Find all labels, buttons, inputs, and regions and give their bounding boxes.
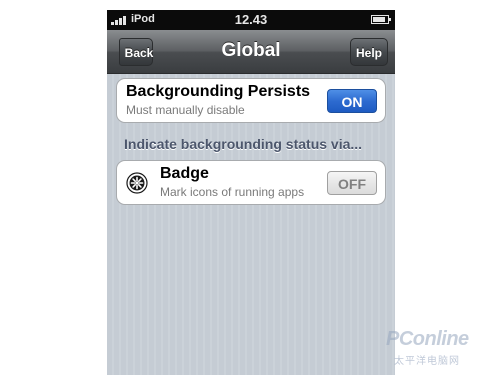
status-time: 12.43 <box>234 12 268 27</box>
badge-cell: Badge Mark icons of running apps OFF <box>116 160 386 205</box>
backgrounding-persists-title: Backgrounding Persists <box>126 83 311 100</box>
battery-level-fill <box>373 17 385 22</box>
navigation-bar: Back Global Help <box>107 30 395 74</box>
pconline-watermark: PConline 太平洋电脑网 <box>382 328 490 368</box>
watermark-brand: PConline <box>386 328 469 350</box>
help-button[interactable]: Help <box>350 38 388 66</box>
screenshot-stage: iPod 12.43 Back Global Help Backgroundin… <box>0 0 500 375</box>
watermark-tagline: 太平洋电脑网 <box>394 356 460 367</box>
status-bar: iPod 12.43 <box>107 10 395 30</box>
backgrounding-persists-cell: Backgrounding Persists Must manually dis… <box>116 78 386 123</box>
badge-gear-icon <box>126 172 148 194</box>
badge-subtitle: Mark icons of running apps <box>160 185 305 199</box>
ipod-screen: iPod 12.43 Back Global Help Backgroundin… <box>107 10 395 375</box>
battery-icon <box>371 15 391 24</box>
section-header: Indicate backgrounding status via... <box>124 136 363 152</box>
backgrounding-persists-switch[interactable]: ON <box>327 89 377 113</box>
badge-title: Badge <box>160 165 209 182</box>
badge-switch[interactable]: OFF <box>327 171 377 195</box>
backgrounding-persists-subtitle: Must manually disable <box>126 103 245 117</box>
